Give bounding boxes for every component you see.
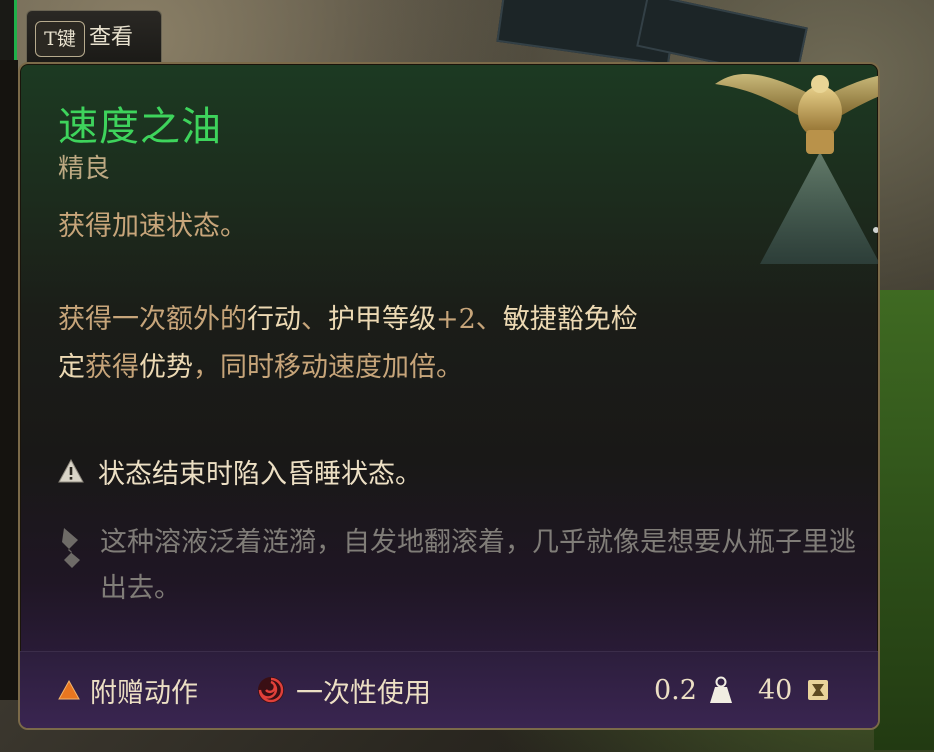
action-type[interactable]: 附赠动作: [58, 652, 198, 728]
t-key-icon: T键: [35, 21, 85, 57]
action-type-label: 附赠动作: [90, 677, 198, 709]
usage-type[interactable]: 一次性使用: [256, 652, 431, 728]
grass-patch: [874, 290, 934, 750]
single-use-swirl-icon: [258, 677, 284, 703]
effect-text: 获得一次额外的: [58, 304, 247, 335]
examine-label: 查看: [89, 25, 134, 50]
item-name: 速度之油: [58, 104, 222, 150]
effect-text: 获得: [85, 352, 139, 383]
effect-text: ，同时移动速度: [193, 352, 382, 383]
party-portrait-edge: [0, 0, 17, 60]
lore-quill-icon: [62, 528, 80, 568]
item-rarity: 精良: [58, 154, 111, 184]
bonus-action-triangle-icon: [58, 679, 80, 700]
left-ui-strip: [0, 60, 18, 700]
keyword-action[interactable]: 行动: [247, 304, 301, 335]
tooltip-footer: 附赠动作 一次性使用 0.2 40: [20, 651, 878, 728]
item-tooltip: 速度之油 精良 获得加速状态。 获得一次额外的行动、护甲等级+2、敏捷豁免检定获…: [18, 62, 880, 730]
effect-text: 加倍。: [382, 352, 463, 383]
gold-coin-icon: [808, 680, 829, 700]
warning-text: 状态结束时陷入昏睡状态。: [98, 458, 422, 490]
usage-label: 一次性使用: [296, 677, 431, 709]
lore-text: 这种溶液泛着涟漪，自发地翻滚着，几乎就像是想要从瓶子里逃出去。: [100, 527, 856, 604]
item-weight: 0.2: [654, 652, 747, 728]
keyword-armour-class[interactable]: 护甲等级: [328, 304, 436, 335]
effect-text: 、: [301, 304, 328, 335]
examine-key-hint[interactable]: T键 查看: [26, 10, 162, 63]
weight-icon: [709, 676, 732, 703]
gold-value: 40: [758, 674, 793, 706]
effect-summary: 获得加速状态。: [58, 211, 247, 242]
weight-value: 0.2: [654, 674, 697, 706]
effect-detail: 获得一次额外的行动、护甲等级+2、敏捷豁免检定获得优势，同时移动速度加倍。: [58, 296, 638, 392]
potion-bottle-icon: [715, 74, 878, 264]
keyword-advantage[interactable]: 优势: [139, 352, 193, 383]
item-value: 40: [758, 652, 830, 728]
warning-line: 状态结束时陷入昏睡状态。: [58, 452, 422, 490]
effect-text: +2、: [436, 304, 503, 335]
warning-triangle-icon: [58, 458, 84, 483]
